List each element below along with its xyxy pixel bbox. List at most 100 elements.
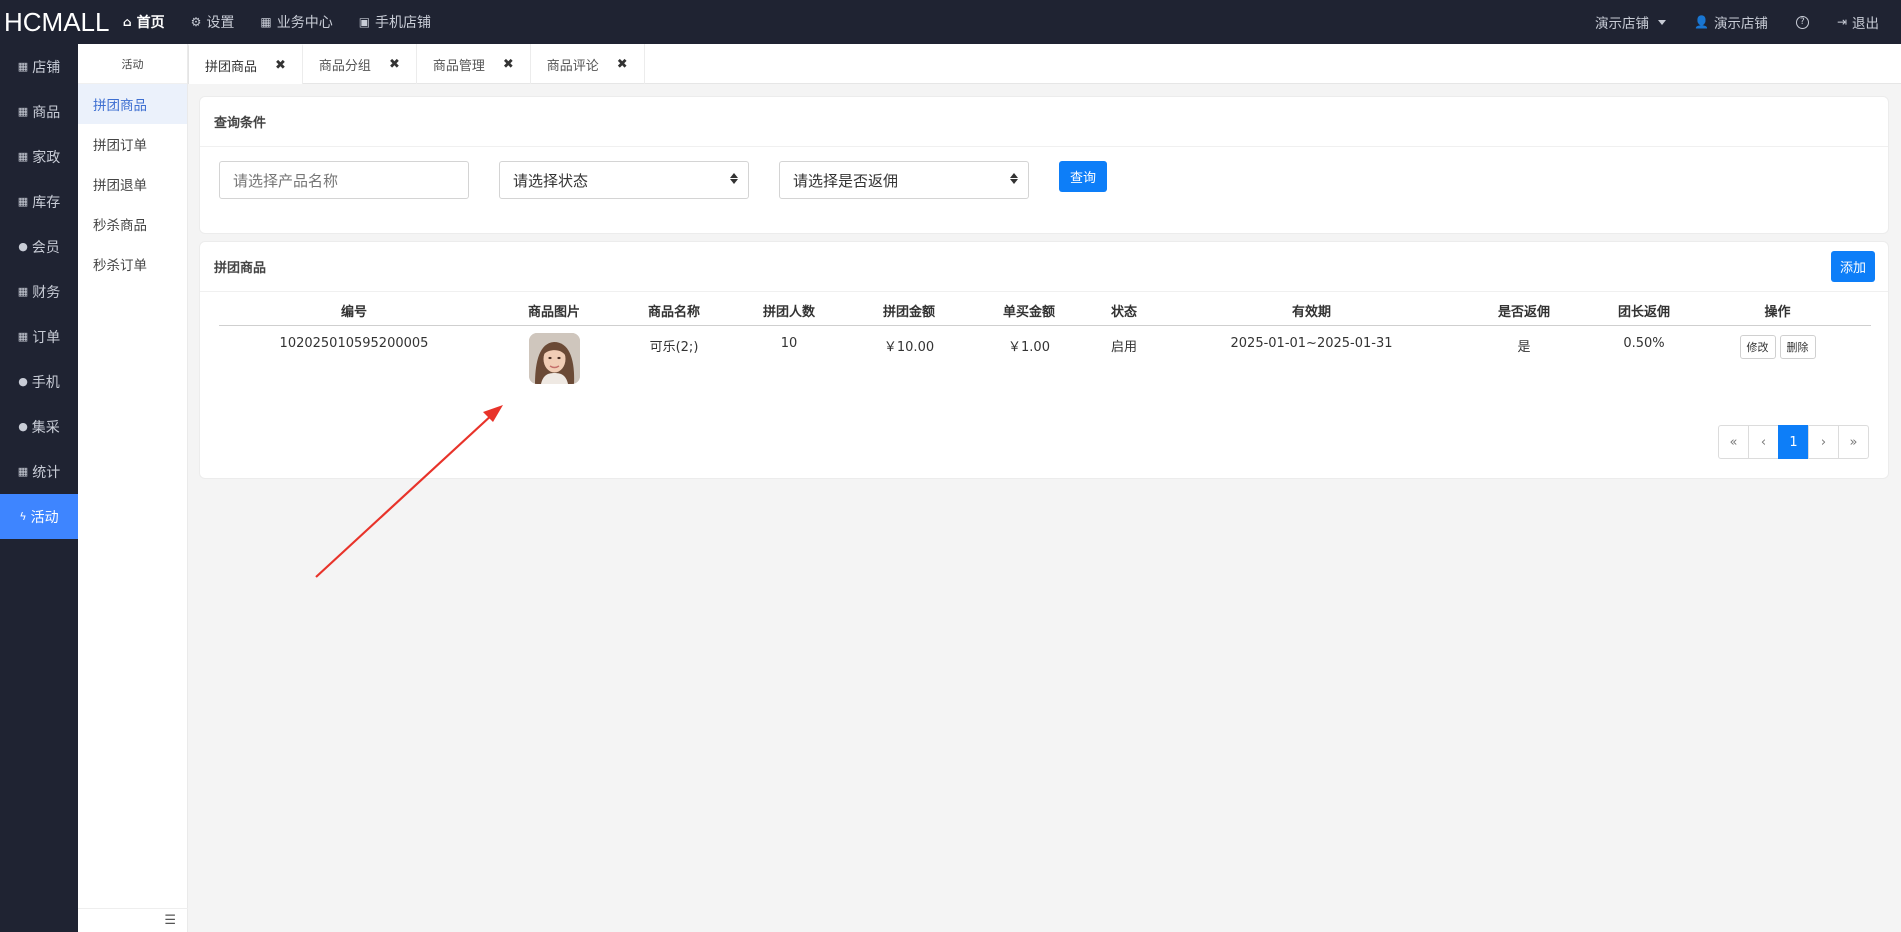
caret-down-icon xyxy=(1657,19,1666,25)
col-header: 拼团人数 xyxy=(762,305,815,320)
leftnav-inventory[interactable]: ▦ 库存 xyxy=(0,179,78,224)
col-header: 商品名称 xyxy=(647,305,700,320)
next-page-button[interactable]: › xyxy=(1808,425,1839,459)
last-page-button[interactable]: » xyxy=(1838,425,1869,459)
cell-id: 102025010595200005 xyxy=(279,336,429,351)
sort-icon xyxy=(730,173,738,184)
tab-goods-group[interactable]: 商品分组 ✖ xyxy=(303,44,417,84)
store-name: 演示店铺 xyxy=(1594,16,1649,32)
leftnav-housekeeping[interactable]: ▦ 家政 xyxy=(0,134,78,179)
cell-image xyxy=(489,326,619,386)
subnav-item-group-refunds[interactable]: 拼团退单 xyxy=(78,164,187,204)
cell-rebate: 是 xyxy=(1517,340,1531,355)
close-icon[interactable]: ✖ xyxy=(503,57,514,72)
help-button[interactable]: ? xyxy=(1782,0,1823,44)
top-bar: HCMALL ⌂ 首页 ⚙ 设置 ▦ 业务中心 ▣ 手机店铺 演示店铺 👤 演示… xyxy=(0,0,1901,44)
top-right: 演示店铺 👤 演示店铺 ? ⇥ 退出 xyxy=(1581,0,1901,44)
cell-group-size: 10 xyxy=(780,336,798,351)
store-dropdown[interactable]: 演示店铺 xyxy=(1581,0,1680,44)
sub-nav: 活动 拼团商品 拼团订单 拼团退单 秒杀商品 秒杀订单 ☰ xyxy=(78,44,188,932)
qrcode-icon: ▣ xyxy=(358,15,371,29)
brand-logo[interactable]: HCMALL xyxy=(0,7,110,38)
grid-icon: ▦ xyxy=(17,285,29,298)
status-select[interactable]: 请选择状态 xyxy=(499,161,749,199)
logout-icon: ⇥ xyxy=(1836,15,1847,29)
goods-table: 编号 商品图片 商品名称 拼团人数 拼团金额 单买金额 状态 有效期 是否返佣 … xyxy=(219,304,1871,386)
grid-icon: ▦ xyxy=(17,60,29,73)
grid-icon: ▦ xyxy=(17,330,29,343)
user-menu[interactable]: 👤 演示店铺 xyxy=(1680,0,1782,44)
topnav-mobile-store[interactable]: ▣ 手机店铺 xyxy=(346,0,444,44)
leftnav-member[interactable]: ● 会员 xyxy=(0,224,78,269)
cell-status: 启用 xyxy=(1110,340,1137,355)
leftnav-store[interactable]: ▦ 店铺 xyxy=(0,44,78,89)
subnav-item-seckill-orders[interactable]: 秒杀订单 xyxy=(78,244,187,284)
leftnav-orders[interactable]: ▦ 订单 xyxy=(0,314,78,359)
left-nav: ▦ 店铺 ▦ 商品 ▦ 家政 ▦ 库存 ● 会员 ▦ 财务 ▦ 订单 ● 手机 ● 集采 ▦ 统计 … xyxy=(0,44,78,932)
collapse-menu-button[interactable]: ☰ xyxy=(78,908,188,932)
leftnav-procurement[interactable]: ● 集采 xyxy=(0,404,78,449)
grid-icon: ▦ xyxy=(17,150,29,163)
query-title: 查询条件 xyxy=(200,97,1888,147)
tab-group-goods[interactable]: 拼团商品 ✖ xyxy=(188,44,303,84)
bolt-icon: ϟ xyxy=(19,510,27,523)
cell-actions: 修改 删除 xyxy=(1704,326,1851,386)
subnav-item-seckill-goods[interactable]: 秒杀商品 xyxy=(78,204,187,244)
leftnav-mobile[interactable]: ● 手机 xyxy=(0,359,78,404)
col-header: 操作 xyxy=(1764,305,1791,320)
topnav-home[interactable]: ⌂ 首页 xyxy=(110,0,178,44)
page-tabs: 拼团商品 ✖ 商品分组 ✖ 商品管理 ✖ 商品评论 ✖ xyxy=(188,44,1901,84)
topnav-label: 手机店铺 xyxy=(375,15,432,31)
leftnav-label: 手机 xyxy=(31,374,60,391)
indent-icon: ☰ xyxy=(164,913,176,928)
first-page-button[interactable]: « xyxy=(1718,425,1749,459)
close-icon[interactable]: ✖ xyxy=(389,57,400,72)
leftnav-label: 店铺 xyxy=(32,59,61,76)
tab-label: 商品评论 xyxy=(546,58,599,74)
product-image[interactable] xyxy=(528,333,580,384)
query-form: 请选择产品名称 请选择状态 请选择是否返佣 查询 xyxy=(219,160,1107,199)
subnav-item-group-goods[interactable]: 拼团商品 xyxy=(78,84,187,124)
leftnav-label: 财务 xyxy=(32,284,61,301)
add-button[interactable]: 添加 xyxy=(1831,251,1875,282)
tab-goods-manage[interactable]: 商品管理 ✖ xyxy=(417,44,531,84)
col-header: 编号 xyxy=(340,305,367,320)
product-name-input[interactable]: 请选择产品名称 xyxy=(219,161,469,199)
cell-leader-rebate: 0.50% xyxy=(1623,336,1665,351)
status-select-value: 请选择状态 xyxy=(513,171,589,190)
topnav-label: 首页 xyxy=(136,15,165,31)
prev-page-button[interactable]: ‹ xyxy=(1748,425,1779,459)
topnav-business-center[interactable]: ▦ 业务中心 xyxy=(247,0,345,44)
col-header: 单买金额 xyxy=(1002,305,1055,320)
tab-goods-review[interactable]: 商品评论 ✖ xyxy=(531,44,645,84)
sort-icon xyxy=(1010,173,1018,184)
leftnav-statistics[interactable]: ▦ 统计 xyxy=(0,449,78,494)
search-button[interactable]: 查询 xyxy=(1059,160,1107,192)
subnav-title: 活动 xyxy=(78,44,187,84)
col-header: 商品图片 xyxy=(527,305,580,320)
cell-name: 可乐(2;) xyxy=(649,340,699,355)
logout-button[interactable]: ⇥ 退出 xyxy=(1823,0,1893,44)
rebate-select[interactable]: 请选择是否返佣 xyxy=(779,161,1029,199)
edit-button[interactable]: 修改 xyxy=(1739,335,1776,359)
leftnav-label: 集采 xyxy=(31,419,60,436)
subnav-item-group-orders[interactable]: 拼团订单 xyxy=(78,124,187,164)
close-icon[interactable]: ✖ xyxy=(617,57,628,72)
group-goods-panel: 拼团商品 添加 编号 商品图片 商品名称 拼团人数 拼团金额 单买金额 状态 有… xyxy=(199,241,1889,479)
grid-icon: ▦ xyxy=(17,195,29,208)
leftnav-goods[interactable]: ▦ 商品 xyxy=(0,89,78,134)
close-icon[interactable]: ✖ xyxy=(275,58,286,73)
topnav-settings[interactable]: ⚙ 设置 xyxy=(178,0,248,44)
leftnav-finance[interactable]: ▦ 财务 xyxy=(0,269,78,314)
leftnav-label: 会员 xyxy=(31,239,60,256)
leftnav-label: 订单 xyxy=(32,329,61,346)
cell-validity: 2025-01-01~2025-01-31 xyxy=(1230,336,1393,351)
grid-icon: ▦ xyxy=(17,105,29,118)
tab-label: 商品管理 xyxy=(432,58,485,74)
page-1-button[interactable]: 1 xyxy=(1778,425,1809,459)
leftnav-activity[interactable]: ϟ 活动 xyxy=(0,494,78,539)
gear-icon: ⚙ xyxy=(190,15,202,29)
delete-button[interactable]: 删除 xyxy=(1779,335,1816,359)
top-nav: ⌂ 首页 ⚙ 设置 ▦ 业务中心 ▣ 手机店铺 xyxy=(110,0,444,44)
list-title: 拼团商品 xyxy=(214,261,267,276)
